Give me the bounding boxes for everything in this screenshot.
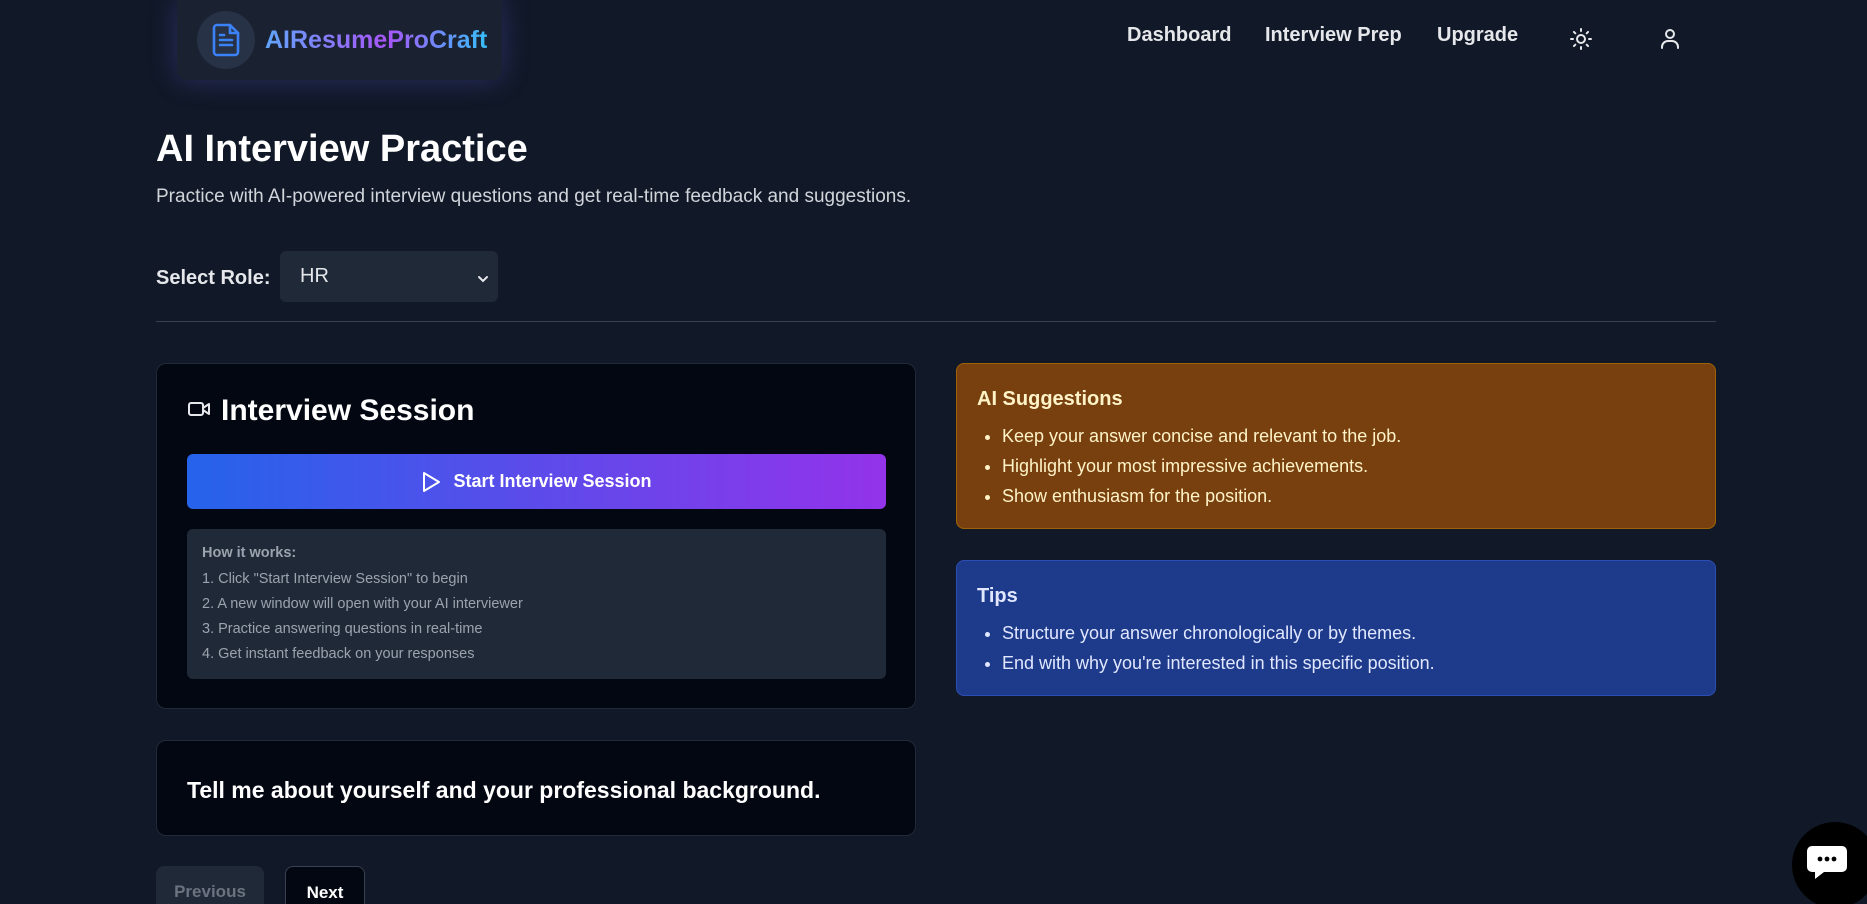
tips-list: Structure your answer chronologically or… (977, 618, 1695, 678)
document-icon (197, 11, 255, 69)
how-it-works-box: How it works: 1. Click "Start Interview … (187, 529, 886, 679)
ai-suggestions-panel: AI Suggestions Keep your answer concise … (956, 363, 1716, 529)
chat-bubble-icon (1806, 842, 1850, 885)
how-it-works-title: How it works: (202, 545, 297, 561)
user-icon[interactable] (1655, 24, 1685, 54)
next-button[interactable]: Next (285, 866, 365, 904)
tips-title: Tips (977, 585, 1018, 607)
nav-upgrade[interactable]: Upgrade (1437, 24, 1518, 47)
video-camera-icon (187, 399, 211, 424)
page-title: AI Interview Practice (156, 128, 528, 170)
list-item: Highlight your most impressive achieveme… (1002, 451, 1695, 481)
nav-interview-prep[interactable]: Interview Prep (1265, 24, 1402, 47)
role-label: Select Role: (156, 267, 271, 289)
session-title: Interview Session (221, 394, 475, 427)
play-icon (421, 471, 441, 493)
previous-button[interactable]: Previous (156, 866, 264, 904)
list-item: Show enthusiasm for the position. (1002, 481, 1695, 511)
start-interview-label: Start Interview Session (453, 471, 652, 491)
role-select-value: HR (300, 265, 329, 287)
interview-session-card: Interview Session Start Interview Sessio… (156, 363, 916, 709)
section-divider (156, 321, 1716, 322)
chevron-down-icon (476, 269, 490, 292)
ai-suggestions-list: Keep your answer concise and relevant to… (977, 421, 1695, 511)
top-header: AIResumeProCraft Dashboard Interview Pre… (0, 0, 1867, 80)
list-item: End with why you're interested in this s… (1002, 648, 1695, 678)
how-step: 1. Click "Start Interview Session" to be… (202, 571, 468, 587)
how-step: 3. Practice answering questions in real-… (202, 621, 483, 637)
list-item: Keep your answer concise and relevant to… (1002, 421, 1695, 451)
sun-icon[interactable] (1566, 24, 1596, 54)
chat-launcher-button[interactable] (1792, 822, 1867, 904)
question-text: Tell me about yourself and your professi… (187, 777, 821, 803)
how-step: 2. A new window will open with your AI i… (202, 596, 523, 612)
how-step: 4. Get instant feedback on your response… (202, 646, 475, 662)
brand-logo[interactable]: AIResumeProCraft (177, 0, 502, 80)
list-item: Structure your answer chronologically or… (1002, 618, 1695, 648)
nav-dashboard[interactable]: Dashboard (1127, 24, 1231, 47)
question-card: Tell me about yourself and your professi… (156, 740, 916, 836)
ai-suggestions-title: AI Suggestions (977, 388, 1123, 410)
tips-panel: Tips Structure your answer chronological… (956, 560, 1716, 696)
role-select[interactable]: HR (280, 251, 498, 302)
start-interview-button[interactable]: Start Interview Session (187, 454, 886, 509)
page-subtitle: Practice with AI-powered interview quest… (156, 186, 912, 207)
session-header: Interview Session (187, 394, 474, 428)
brand-name: AIResumeProCraft (265, 25, 488, 54)
